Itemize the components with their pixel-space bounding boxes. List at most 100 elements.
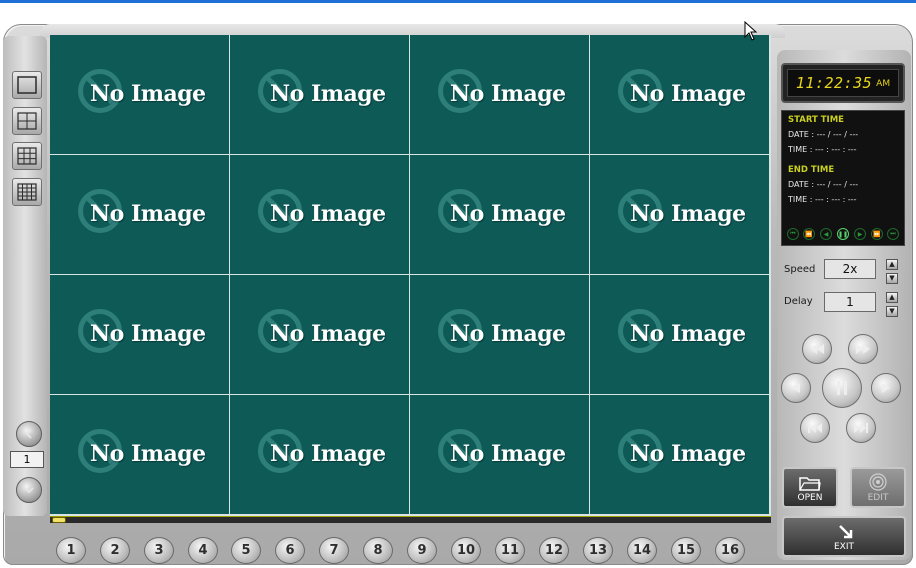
mini-pause-icon[interactable]: ❚❚	[837, 228, 849, 240]
channel-button-1[interactable]: 1	[56, 537, 86, 564]
channel-button-13[interactable]: 13	[583, 537, 613, 564]
page-number: 1	[10, 451, 44, 468]
speed-down-button[interactable]: ▼	[886, 273, 898, 284]
layout-2x2-button[interactable]	[12, 107, 42, 135]
rewind-icon	[810, 344, 824, 354]
no-image-label: No Image	[90, 321, 206, 347]
mini-rewind-icon[interactable]: ⏪	[803, 228, 815, 240]
camera-cell[interactable]: No Image	[590, 395, 769, 514]
chevron-left-icon	[25, 429, 32, 439]
layout-3x3-icon	[17, 147, 37, 165]
camera-cell[interactable]: No Image	[230, 35, 409, 154]
video-grid: No Image No Image No Image No Image No Image…	[50, 35, 771, 516]
play-backward-button[interactable]	[781, 373, 811, 403]
delay-label: Delay	[784, 296, 813, 307]
page-down-button[interactable]	[16, 477, 42, 503]
delay-value: 1	[824, 292, 876, 312]
no-image-label: No Image	[630, 81, 746, 107]
layout-4x4-button[interactable]	[12, 178, 42, 206]
start-time-title: START TIME	[788, 115, 844, 125]
rewind-button[interactable]	[802, 334, 832, 364]
page-up-button[interactable]	[16, 421, 42, 447]
camera-cell[interactable]: No Image	[410, 275, 589, 394]
speed-up-button[interactable]: ▲	[886, 259, 898, 270]
camera-cell[interactable]: No Image	[230, 395, 409, 514]
fast-forward-button[interactable]	[848, 334, 878, 364]
camera-cell[interactable]: No Image	[410, 155, 589, 274]
delay-up-button[interactable]: ▲	[886, 292, 898, 303]
camera-cell[interactable]: No Image	[410, 35, 589, 154]
channel-button-12[interactable]: 12	[539, 537, 569, 564]
mini-last-icon[interactable]: ⏭	[887, 228, 899, 240]
camera-cell[interactable]: No Image	[50, 155, 229, 274]
channel-button-2[interactable]: 2	[100, 537, 130, 564]
layout-1x1-icon	[17, 76, 37, 94]
open-button[interactable]: OPEN	[782, 467, 838, 508]
camera-cell[interactable]: No Image	[50, 35, 229, 154]
camera-cell[interactable]: No Image	[590, 155, 769, 274]
no-image-label: No Image	[630, 201, 746, 227]
last-frame-icon	[854, 423, 868, 433]
camera-cell[interactable]: No Image	[230, 155, 409, 274]
exit-button[interactable]: EXIT	[782, 516, 906, 557]
no-image-label: No Image	[450, 441, 566, 467]
channel-button-7[interactable]: 7	[319, 537, 349, 564]
folder-icon	[799, 477, 821, 491]
layout-3x3-button[interactable]	[12, 142, 42, 170]
camera-cell[interactable]: No Image	[590, 35, 769, 154]
camera-cell[interactable]: No Image	[410, 395, 589, 514]
fast-forward-icon	[856, 344, 870, 354]
channel-button-6[interactable]: 6	[275, 537, 305, 564]
mini-back-icon[interactable]: ◀	[820, 228, 832, 240]
camera-cell[interactable]: No Image	[50, 395, 229, 514]
end-date: DATE : --- / --- / ---	[788, 180, 859, 189]
channel-button-3[interactable]: 3	[144, 537, 174, 564]
no-image-label: No Image	[450, 321, 566, 347]
channel-button-14[interactable]: 14	[627, 537, 657, 564]
progress-thumb[interactable]	[52, 517, 66, 523]
no-image-label: No Image	[270, 441, 386, 467]
layout-1x1-button[interactable]	[12, 71, 42, 99]
channel-button-10[interactable]: 10	[451, 537, 481, 564]
end-time-title: END TIME	[788, 165, 835, 175]
play-button[interactable]	[871, 373, 901, 403]
camera-cell[interactable]: No Image	[50, 275, 229, 394]
edit-label: EDIT	[867, 493, 889, 503]
channel-button-5[interactable]: 5	[231, 537, 261, 564]
playback-progress-bar[interactable]	[50, 516, 771, 523]
mini-play-icon[interactable]: ▶	[854, 228, 866, 240]
clock-ampm: AM	[876, 79, 891, 89]
pause-button[interactable]	[822, 368, 862, 408]
delay-down-button[interactable]: ▼	[886, 306, 898, 317]
edit-button[interactable]: EDIT	[850, 467, 906, 508]
exit-arrow-icon	[839, 525, 853, 539]
mini-playback-controls: ⏮ ⏪ ◀ ❚❚ ▶ ⏩ ⏭	[787, 228, 899, 240]
first-frame-button[interactable]	[800, 413, 830, 443]
channel-button-8[interactable]: 8	[363, 537, 393, 564]
no-image-label: No Image	[270, 201, 386, 227]
layout-4x4-icon	[17, 183, 37, 201]
first-frame-icon	[808, 423, 822, 433]
play-icon	[882, 383, 890, 393]
mini-first-icon[interactable]: ⏮	[787, 228, 799, 240]
window-top-border	[0, 0, 916, 3]
channel-button-16[interactable]: 16	[715, 537, 745, 564]
no-image-label: No Image	[450, 81, 566, 107]
play-backward-icon	[792, 383, 800, 393]
mini-forward-icon[interactable]: ⏩	[871, 228, 883, 240]
no-image-label: No Image	[90, 81, 206, 107]
end-time: TIME : --- : --- : ---	[788, 195, 857, 204]
channel-button-15[interactable]: 15	[671, 537, 701, 564]
last-frame-button[interactable]	[846, 413, 876, 443]
speed-value: 2x	[824, 259, 876, 279]
channel-button-4[interactable]: 4	[188, 537, 218, 564]
channel-button-9[interactable]: 9	[407, 537, 437, 564]
camera-cell[interactable]: No Image	[590, 275, 769, 394]
camera-cell[interactable]: No Image	[230, 275, 409, 394]
channel-button-11[interactable]: 11	[495, 537, 525, 564]
exit-label: EXIT	[833, 542, 854, 552]
clock-display: 11:22:35 AM	[781, 63, 905, 103]
mouse-cursor-icon	[744, 21, 758, 41]
no-image-label: No Image	[630, 321, 746, 347]
speed-label: Speed	[784, 264, 816, 275]
